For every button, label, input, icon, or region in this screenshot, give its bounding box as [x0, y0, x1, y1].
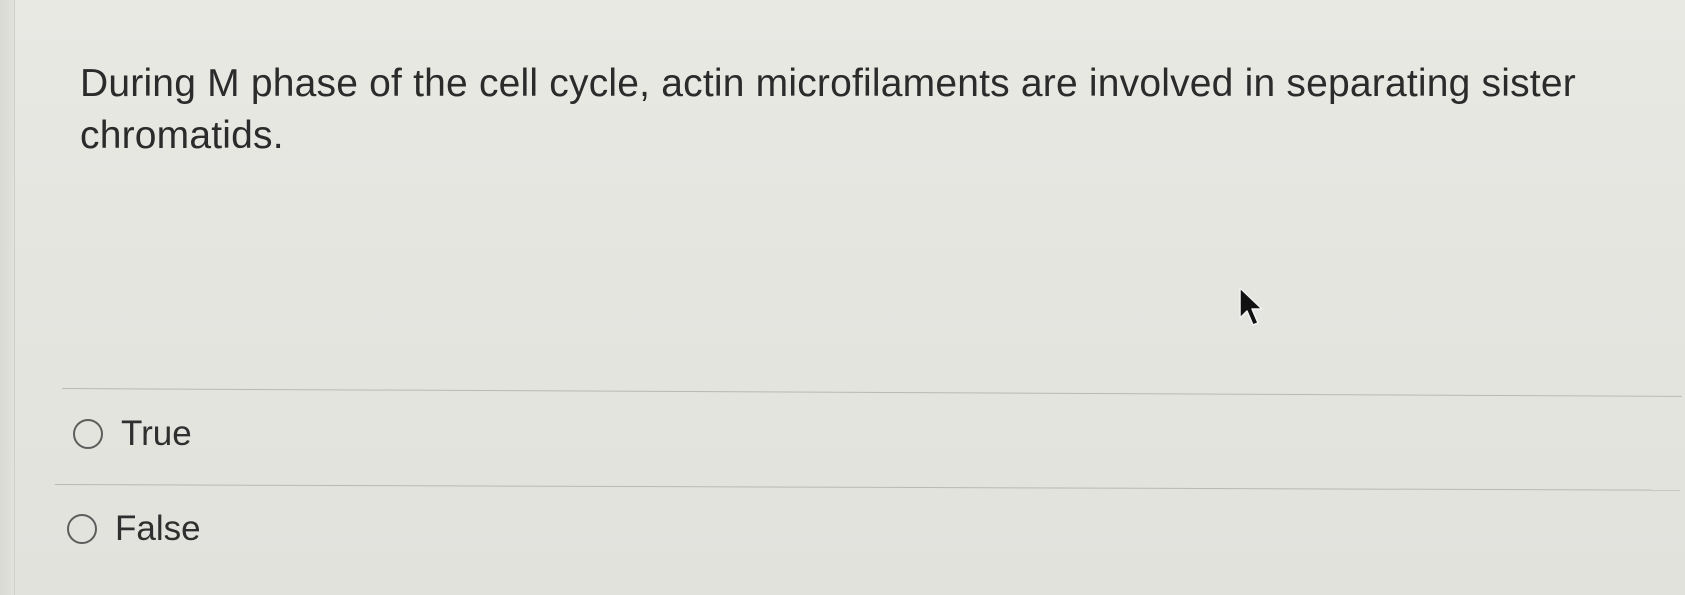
option-true[interactable]: True — [73, 414, 192, 454]
radio-button-icon[interactable] — [73, 419, 103, 449]
divider — [61, 388, 1682, 397]
option-label: False — [115, 509, 201, 548]
left-border — [0, 0, 15, 595]
divider — [54, 484, 1680, 491]
arrow-cursor-icon — [1239, 287, 1263, 326]
quiz-screen: During M phase of the cell cycle, actin … — [0, 0, 1685, 595]
question-text: During M phase of the cell cycle, actin … — [80, 62, 1576, 157]
radio-button-icon[interactable] — [67, 514, 97, 544]
option-label: True — [121, 414, 192, 453]
option-false[interactable]: False — [67, 509, 201, 549]
